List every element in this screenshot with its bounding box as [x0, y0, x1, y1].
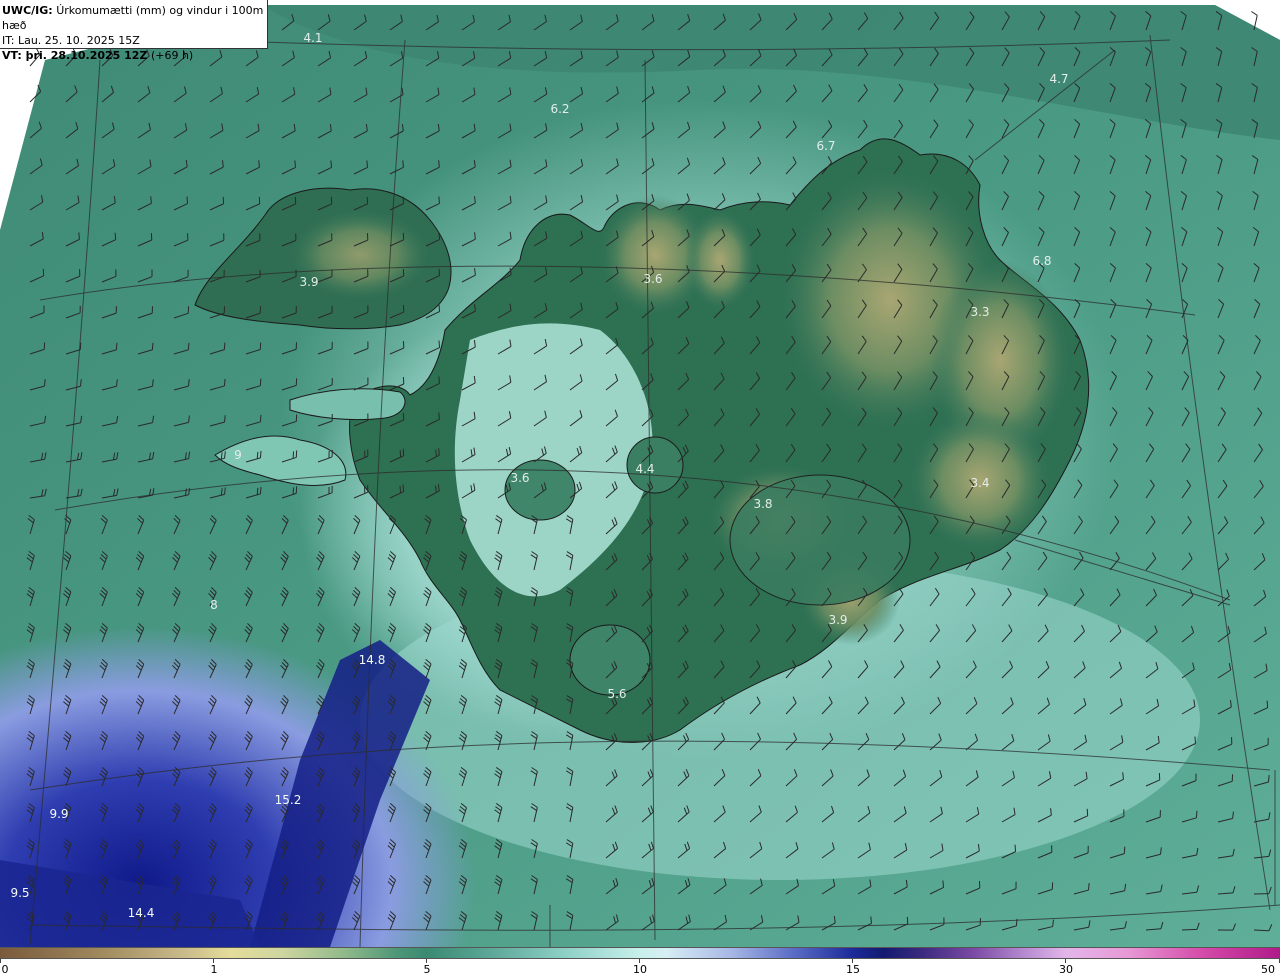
map-label: 9 — [234, 448, 242, 462]
wind-barb-feather — [256, 487, 259, 495]
precipitable-water-map: 4.1 6.2 4.7 6.7 6.8 3.9 3.6 3.3 4.4 3.6 … — [0, 0, 1280, 947]
map-label: 3.3 — [970, 305, 990, 319]
wind-barb-feather — [1194, 736, 1197, 744]
wind-barb-feather — [259, 414, 262, 422]
wind-barb-feather — [186, 196, 189, 204]
wind-barb-feather — [259, 450, 262, 458]
wind-barb-feather — [438, 196, 440, 204]
colorbar-tick-label: 0 — [1, 963, 9, 976]
map-label: 9.5 — [10, 886, 30, 900]
map-label: 3.6 — [510, 471, 530, 485]
wind-barb-feather — [438, 376, 441, 384]
map-label: 5.6 — [607, 687, 627, 701]
wind-barb-feather — [43, 379, 46, 387]
wind-barb-feather — [187, 342, 190, 350]
wind-barb-feather — [1195, 810, 1198, 818]
wind-barb-feather — [1267, 775, 1270, 783]
map-label: 14.8 — [358, 653, 386, 667]
wind-barb-feather — [151, 342, 154, 350]
wind-barb-feather — [115, 342, 118, 350]
wind-barb-feather — [402, 160, 404, 168]
wind-barb-feather — [402, 196, 405, 204]
wind-barb-feather — [1015, 918, 1018, 926]
wind-barb-feather — [78, 232, 80, 240]
wind-barb-feather — [259, 486, 262, 494]
colorbar-tick-label: 50 — [1261, 963, 1275, 976]
colorbar-tick-label: 30 — [1059, 963, 1073, 976]
wind-barb-feather — [1122, 772, 1124, 780]
valid-time: VT: þri. 28.10.2025 12Z — [2, 49, 148, 62]
wind-barb-feather — [942, 880, 945, 888]
map-label: 4.7 — [1049, 72, 1069, 86]
wind-barb-feather — [1087, 883, 1090, 891]
wind-barb-feather — [294, 160, 296, 168]
map-label: 15.2 — [274, 793, 302, 807]
colorbar: 0 1 5 10 15 30 50 — [0, 947, 1280, 978]
map-label: 3.8 — [753, 497, 773, 511]
init-time: IT: Lau. 25. 10. 2025 15Z — [2, 34, 140, 47]
map-label: 9.9 — [49, 807, 69, 821]
colorbar-tick-label: 10 — [633, 963, 647, 976]
info-box: UWC/IG: Úrkomumætti (mm) og vindur i 100… — [0, 0, 268, 62]
wind-barb — [1181, 928, 1198, 931]
map-label: 6.2 — [550, 102, 570, 116]
wind-barb-feather — [402, 484, 405, 492]
map-label: 4.1 — [303, 31, 323, 45]
wind-barb-feather — [330, 160, 333, 168]
map-label: 3.9 — [299, 275, 319, 289]
wind-barb-feather — [187, 379, 190, 387]
colorbar-tick-label: 5 — [423, 963, 431, 976]
wind-barb-feather — [223, 378, 226, 386]
map-label: 3.9 — [828, 613, 848, 627]
wind-barb-feather — [438, 412, 440, 420]
wind-barb-feather — [1014, 844, 1017, 852]
map-label: 14.4 — [127, 906, 155, 920]
colorbar-tick-label: 15 — [846, 963, 860, 976]
map-label: 3.4 — [970, 476, 990, 490]
map-label: 6.7 — [816, 139, 836, 153]
map-label: 8 — [210, 598, 218, 612]
wind-barb-feather — [258, 160, 260, 168]
wind-barb-feather — [438, 340, 441, 348]
colorbar-tick-label: 1 — [210, 963, 218, 976]
map-label: 3.6 — [643, 272, 663, 286]
forecast-offset: (+69 h) — [150, 49, 194, 62]
valid-time-line: VT: þri. 28.10.2025 12Z (+69 h) — [2, 48, 267, 63]
wind-barb-feather — [870, 916, 872, 924]
wind-barb-feather — [438, 232, 441, 240]
wind-barb-feather — [366, 160, 368, 168]
map-label: 6.8 — [1032, 254, 1052, 268]
wind-barb-feather — [399, 485, 402, 494]
model-label: UWC/IG: — [2, 4, 53, 17]
colorbar-strip — [0, 947, 1280, 959]
title-line: UWC/IG: Úrkomumætti (mm) og vindur i 100… — [2, 3, 267, 33]
map-label: 4.4 — [635, 462, 655, 476]
wind-barb-feather — [438, 268, 441, 276]
wind-barb-feather — [438, 304, 441, 312]
wind-barb-feather — [256, 451, 259, 459]
